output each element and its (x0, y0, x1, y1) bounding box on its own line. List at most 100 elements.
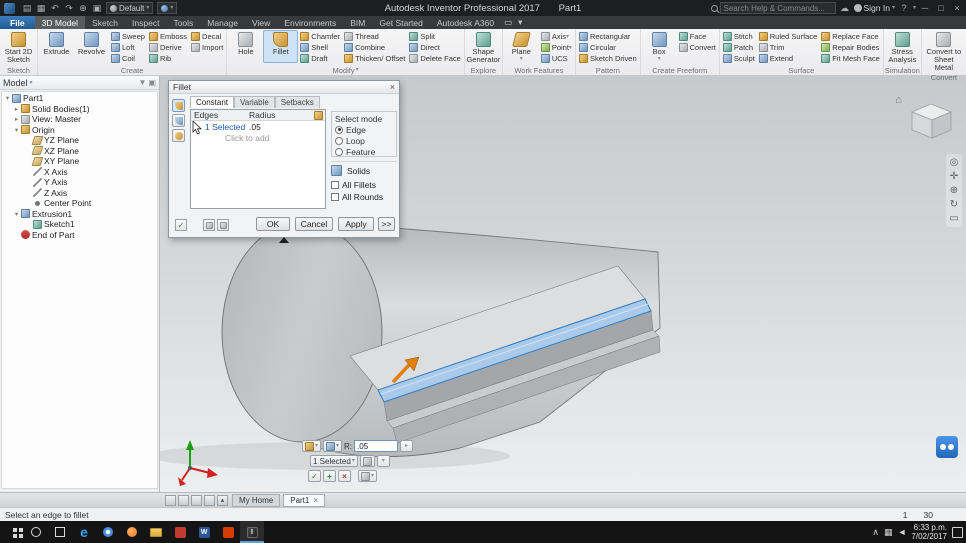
thread-button[interactable]: Thread (342, 31, 407, 42)
browser-filter-icon[interactable]: ▼ (139, 78, 147, 87)
start-button[interactable] (0, 521, 24, 543)
zoom-icon[interactable]: ⊕ (950, 185, 958, 196)
chevron-down-icon[interactable]: ▾ (913, 5, 916, 11)
switch-windows-icon[interactable] (204, 495, 215, 506)
shape-generator-button[interactable]: Shape Generator (466, 30, 501, 65)
selection-filter-chevron[interactable]: ▾ (377, 455, 390, 467)
freeform-box-button[interactable]: Box▾ (642, 30, 677, 63)
freeform-face-button[interactable]: Face (677, 31, 718, 42)
patch-button[interactable]: Patch (721, 42, 757, 53)
expand-toggle-icon[interactable]: ▸ (12, 105, 21, 113)
import-button[interactable]: Import (189, 42, 225, 53)
convert-to-sheet-metal-button[interactable]: Convert to Sheet Metal (923, 30, 965, 73)
tree-item-part1[interactable]: ▾Part1 (2, 93, 157, 104)
tree-item-xz-plane[interactable]: XZ Plane (2, 146, 157, 157)
point-button[interactable]: Point▾ (539, 42, 574, 53)
cascade-windows-icon[interactable] (191, 495, 202, 506)
taskbar-clock[interactable]: 6:33 p.m. 7/02/2017 (911, 523, 947, 541)
tree-item-xy-plane[interactable]: XY Plane (2, 156, 157, 167)
circular-pattern-button[interactable]: Circular (577, 42, 639, 53)
solids-select-icon[interactable] (331, 165, 342, 176)
ribbon-minimize-chevron-icon[interactable]: ▾ (515, 16, 525, 29)
inventor-app-button[interactable]: I (240, 521, 264, 543)
fillet-set-row[interactable]: 1 Selected .05 (191, 121, 325, 133)
fillet-edge-table[interactable]: Edges Radius 1 Selected .05 Click to add (190, 109, 326, 209)
expand-toggle-icon[interactable]: ▸ (12, 115, 21, 123)
replace-face-button[interactable]: Replace Face (819, 31, 882, 42)
select-filter-icon[interactable]: ▣ (91, 2, 103, 14)
chrome-browser-button[interactable] (96, 521, 120, 543)
all-fillets-checkbox[interactable]: All Fillets (331, 179, 376, 190)
loft-button[interactable]: Loft (109, 42, 147, 53)
inventor-logo-icon[interactable] (4, 3, 15, 14)
preview-toggle-icon[interactable]: ✓ (175, 219, 187, 231)
chamfer-button[interactable]: Chamfer (298, 31, 342, 42)
update-icon[interactable]: ⊕ (77, 2, 89, 14)
dialog-close-icon[interactable]: × (390, 82, 395, 92)
tab-constant[interactable]: Constant (190, 96, 234, 108)
minimize-window-button[interactable]: ─ (919, 2, 931, 14)
face-fillet-type-button[interactable] (172, 114, 185, 127)
sweep-button[interactable]: Sweep (109, 31, 147, 42)
thicken-offset-button[interactable]: Thicken/ Offset (342, 53, 407, 64)
viewcube-home-icon[interactable]: ⌂ (895, 94, 902, 106)
fillet-button[interactable]: Fillet (263, 30, 298, 63)
extrude-button[interactable]: Extrude (39, 30, 74, 63)
tree-item-center-point[interactable]: Center Point (2, 198, 157, 209)
pan-icon[interactable]: ✛ (950, 171, 958, 182)
powerpoint-app-button[interactable] (216, 521, 240, 543)
cancel-button[interactable]: Cancel (295, 217, 333, 231)
redo-icon[interactable]: ↷ (63, 2, 75, 14)
shell-button[interactable]: Shell (298, 42, 342, 53)
rib-button[interactable]: Rib (147, 53, 189, 64)
tab-sketch[interactable]: Sketch (85, 16, 125, 29)
mini-cancel-button[interactable]: × (338, 470, 351, 482)
doc-tab-scroll-icon[interactable]: ▴ (217, 495, 228, 506)
trim-button[interactable]: Trim (757, 42, 820, 53)
expand-toggle-icon[interactable]: ▾ (12, 126, 21, 134)
derive-button[interactable]: Derive (147, 42, 189, 53)
rectangular-pattern-button[interactable]: Rectangular (577, 31, 639, 42)
tab-my-home[interactable]: My Home (232, 494, 280, 507)
tab-view[interactable]: View (245, 16, 277, 29)
close-window-button[interactable]: × (951, 2, 963, 14)
fillet-options-dropdown[interactable]: ▾ (323, 440, 342, 452)
maximize-window-button[interactable]: □ (935, 2, 947, 14)
selection-count-dropdown[interactable]: 1 Selected▾ (310, 455, 358, 467)
all-rounds-checkbox[interactable]: All Rounds (331, 191, 383, 202)
browser-pin-icon[interactable]: ▣ (148, 78, 156, 87)
click-to-add-row[interactable]: Click to add (191, 133, 325, 144)
tab-file[interactable]: File (0, 16, 35, 29)
fillet-dialog[interactable]: Fillet × ConstantVariableSetbacks Edges … (168, 80, 400, 238)
tile-windows-icon[interactable] (178, 495, 189, 506)
mini-apply-plus-button[interactable]: + (323, 470, 336, 482)
decal-button[interactable]: Decal (189, 31, 225, 42)
plane-button[interactable]: Plane▾ (504, 30, 539, 63)
combine-button[interactable]: Combine (342, 42, 407, 53)
chevron-down-icon[interactable]: ▾ (892, 5, 895, 11)
tray-network-icon[interactable]: ▦ (884, 527, 893, 538)
tray-expand-icon[interactable]: ∧ (872, 527, 879, 538)
split-button[interactable]: Split (407, 31, 462, 42)
direct-button[interactable]: Direct (407, 42, 462, 53)
ok-button[interactable]: OK (256, 217, 290, 231)
close-tab-icon[interactable]: × (313, 496, 318, 505)
loop-mode-radio[interactable]: Loop (335, 135, 393, 146)
auto-preview-toggle-icon[interactable] (203, 219, 215, 231)
word-app-button[interactable]: W (192, 521, 216, 543)
full-navigation-wheel-icon[interactable]: ◎ (950, 157, 959, 168)
save-icon[interactable]: ▦ (35, 2, 47, 14)
orbit-icon[interactable]: ↻ (950, 199, 958, 210)
fit-mesh-face-button[interactable]: Fit Mesh Face (819, 53, 882, 64)
repair-bodies-button[interactable]: Repair Bodies (819, 42, 882, 53)
cortana-search-button[interactable] (24, 521, 48, 543)
adobe-app-button[interactable] (168, 521, 192, 543)
ucs-button[interactable]: UCS (539, 53, 574, 64)
hole-button[interactable]: Hole (228, 30, 263, 63)
fillet-type-dropdown[interactable]: ▾ (302, 440, 321, 452)
help-search-input[interactable] (720, 2, 836, 14)
tray-volume-icon[interactable]: ◄ (897, 527, 906, 537)
chevron-down-icon[interactable]: ▾ (30, 80, 33, 86)
tab-get-started[interactable]: Get Started (372, 16, 429, 29)
tree-item-sketch1[interactable]: Sketch1 (2, 219, 157, 230)
